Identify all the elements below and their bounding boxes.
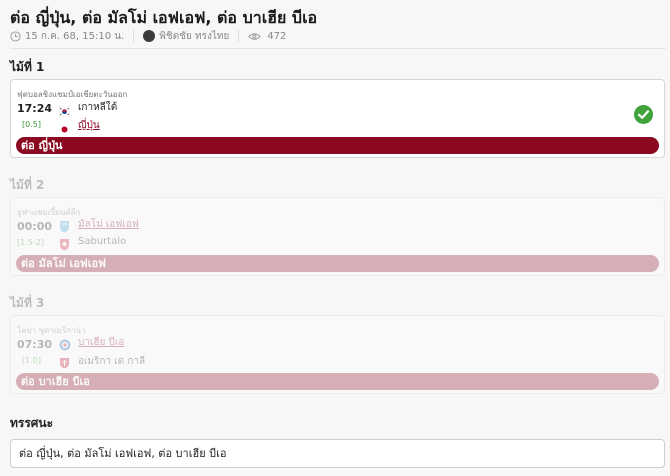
home-team[interactable]: มัลโม่ เอฟเอฟ [78, 217, 139, 232]
comment-box: ต่อ ญี่ปุ่น, ต่อ มัลโม่ เอฟเอฟ, ต่อ บาเฮ… [10, 439, 665, 468]
checkmark-icon [634, 105, 653, 124]
pick-3-heading: ไม้ที่ 3 [10, 296, 45, 310]
bet-pick-bar: ต่อ บาเฮีย บีเอ [16, 373, 659, 390]
view-count: 472 [267, 30, 287, 42]
league-name: ยูฟ่าแชมเปี้ยนส์ลีก [17, 208, 81, 217]
page-title: ต่อ ญี่ปุ่น, ต่อ มัลโม่ เอฟเอฟ, ต่อ บาเฮ… [10, 8, 318, 27]
kickoff-time: 07:30 [17, 338, 53, 351]
away-team[interactable]: Saburtalo [78, 236, 126, 247]
pick-2-card[interactable]: ยูฟ่าแชมเปี้ยนส์ลีก 00:00 [1.5-2] มัลโม่… [10, 197, 665, 276]
bet-pick-bar: ต่อ มัลโม่ เอฟเอฟ [16, 255, 659, 272]
pick-1-heading: ไม้ที่ 1 [10, 60, 45, 74]
meta-divider [133, 30, 135, 42]
handicap: [1.5-2] [17, 238, 44, 247]
pick-1-card[interactable]: ฟุตบอลชิงแชมป์เอเชียตะวันออก 17:24 [0.5]… [10, 79, 665, 158]
handicap: [1.0] [22, 356, 41, 365]
kickoff-time: 17:24 [17, 102, 53, 115]
clock-icon [10, 30, 21, 42]
pick-3-card[interactable]: โคปา ซูดาเมริกาน่า 07:30 [1.0] บาเฮีย บี… [10, 315, 665, 394]
author-avatar[interactable] [143, 30, 156, 42]
kickoff-time: 00:00 [17, 220, 53, 233]
korea-flag-icon [58, 102, 71, 118]
header-divider [10, 48, 666, 49]
home-team[interactable]: บาเฮีย บีเอ [78, 335, 124, 350]
bahia-crest-icon [59, 336, 71, 351]
away-team[interactable]: ญี่ปุ่น [78, 118, 100, 133]
handicap: [0.5] [22, 120, 41, 129]
japan-flag-icon [59, 120, 70, 135]
post-meta: 15 ก.ค. 68, 15:10 น. พิชิตชัย ทรงไทย 472 [10, 29, 286, 43]
pick-2-heading: ไม้ที่ 2 [10, 178, 45, 192]
post-date: 15 ก.ค. 68, 15:10 น. [25, 30, 125, 42]
league-name: โคปา ซูดาเมริกาน่า [17, 326, 86, 335]
home-team[interactable]: เกาหลีใต้ [78, 100, 117, 115]
away-team[interactable]: อเมริกา เด กาลี [78, 354, 145, 369]
comment-heading: ทรรศนะ [10, 416, 54, 430]
post-author[interactable]: พิชิตชัย ทรงไทย [159, 29, 229, 44]
meta-divider [238, 30, 240, 42]
america-de-cali-crest-icon [59, 354, 70, 369]
eye-icon [248, 32, 262, 41]
malmo-crest-icon [59, 218, 70, 233]
bet-pick-bar: ต่อ ญี่ปุ่น [16, 137, 659, 154]
saburtalo-crest-icon [59, 236, 70, 251]
